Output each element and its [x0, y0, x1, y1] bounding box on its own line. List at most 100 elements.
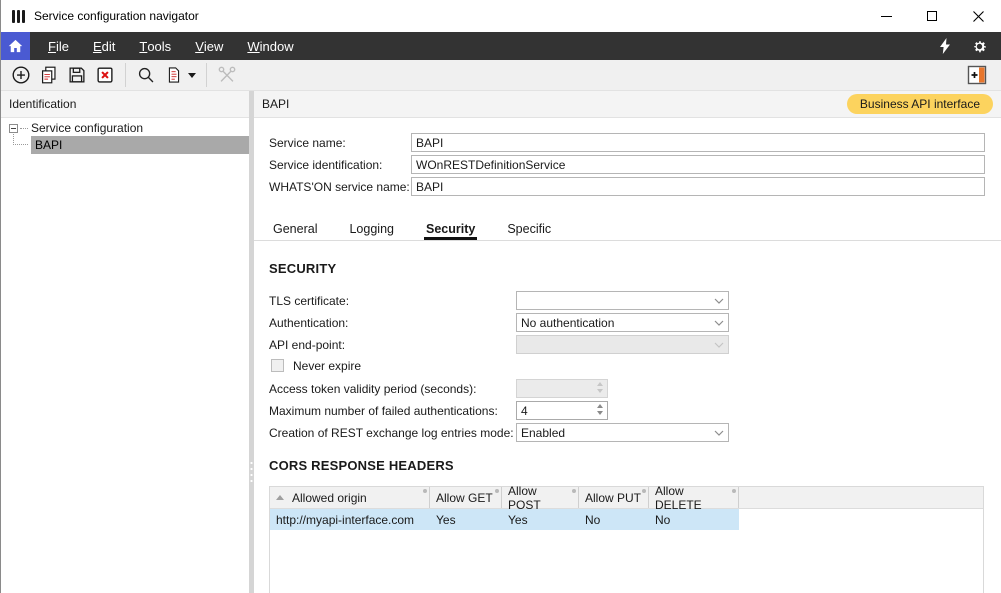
rest-log-mode-combobox[interactable]: Enabled	[516, 423, 729, 442]
never-expire-checkbox[interactable]	[271, 359, 284, 372]
spin-up-button[interactable]	[597, 404, 603, 408]
save-button[interactable]	[63, 62, 91, 89]
service-name-input[interactable]	[411, 133, 985, 152]
page-title: BAPI	[262, 97, 289, 111]
minimize-button[interactable]	[863, 0, 909, 32]
tab-general[interactable]: General	[271, 218, 319, 240]
chevron-down-icon	[714, 342, 724, 348]
field-row: TLS certificate:	[269, 291, 729, 310]
report-button[interactable]	[160, 62, 188, 89]
field-label: Access token validity period (seconds):	[269, 382, 516, 396]
panel-add-button[interactable]	[963, 62, 991, 89]
table-row[interactable]: http://myapi-interface.com Yes Yes No No	[270, 509, 983, 530]
field-label: Service identification:	[269, 158, 411, 172]
field-row: WHATS'ON service name:	[269, 177, 985, 196]
column-header-label: Allowed origin	[292, 491, 367, 505]
save-icon	[66, 64, 88, 86]
max-failed-auth-spinbox[interactable]: 4	[516, 401, 608, 420]
tree-connector	[13, 134, 28, 145]
add-icon	[10, 64, 32, 86]
tab-logging[interactable]: Logging	[347, 218, 396, 240]
delete-button[interactable]	[91, 62, 119, 89]
document-icon	[164, 64, 184, 86]
field-row: Service name:	[269, 133, 985, 152]
sidebar: Identification Service configuration BAP…	[1, 91, 249, 593]
chevron-down-icon	[714, 298, 724, 304]
field-row: Maximum number of failed authentications…	[269, 401, 608, 420]
tab-security[interactable]: Security	[424, 218, 477, 240]
content-area: Identification Service configuration BAP…	[1, 91, 1001, 593]
collapse-toggle-icon[interactable]	[9, 124, 18, 133]
field-row: Access token validity period (seconds):	[269, 379, 608, 398]
authentication-combobox[interactable]: No authentication	[516, 313, 729, 332]
spinner-buttons	[597, 404, 603, 415]
copy-button[interactable]	[35, 62, 63, 89]
main-panel: BAPI Business API interface Service name…	[254, 91, 1001, 593]
chevron-down-icon	[714, 320, 724, 326]
app-window: Service configuration navigator File Edi…	[0, 0, 1001, 593]
checkbox-label: Never expire	[293, 359, 361, 373]
toolbar-right	[963, 62, 995, 89]
whatson-service-name-input[interactable]	[411, 177, 985, 196]
menu-item-edit[interactable]: Edit	[81, 32, 127, 60]
tree-item-service-configuration[interactable]: Service configuration	[1, 120, 249, 136]
field-label: Maximum number of failed authentications…	[269, 404, 516, 418]
service-identification-input[interactable]	[411, 155, 985, 174]
column-header-allowed-origin[interactable]: Allowed origin	[270, 487, 430, 508]
window-controls	[863, 0, 1001, 32]
tls-certificate-combobox[interactable]	[516, 291, 729, 310]
toolbar-separator	[125, 63, 126, 87]
column-header-allow-post[interactable]: Allow POST	[502, 487, 579, 508]
sidebar-header: Identification	[1, 91, 249, 118]
column-header-allow-put[interactable]: Allow PUT	[579, 487, 649, 508]
token-validity-spinbox	[516, 379, 608, 398]
maximize-button[interactable]	[909, 0, 955, 32]
column-header-label: Allow PUT	[585, 491, 641, 505]
title-bar: Service configuration navigator	[1, 0, 1001, 32]
sidebar-header-label: Identification	[9, 97, 76, 111]
tab-specific[interactable]: Specific	[505, 218, 553, 240]
field-row: Service identification:	[269, 155, 985, 174]
spin-down-button[interactable]	[597, 411, 603, 415]
spin-down-icon	[597, 389, 603, 393]
main-panel-header: BAPI Business API interface	[254, 91, 1001, 118]
window-title: Service configuration navigator	[34, 9, 199, 23]
field-label: Creation of REST exchange log entries mo…	[269, 426, 516, 440]
menu-bar: File Edit Tools View Window	[1, 32, 1001, 60]
sort-ascending-icon	[276, 495, 284, 500]
spinbox-value: 4	[521, 404, 528, 418]
tree-item-label: BAPI	[35, 138, 62, 152]
menu-items: File Edit Tools View Window	[36, 32, 306, 60]
search-button[interactable]	[132, 62, 160, 89]
settings-button[interactable]	[967, 34, 991, 58]
menu-item-view[interactable]: View	[183, 32, 235, 60]
flash-button[interactable]	[933, 34, 957, 58]
minimize-icon	[881, 16, 892, 17]
combobox-value: No authentication	[521, 316, 614, 330]
scissors-icon	[216, 64, 238, 86]
field-label: Authentication:	[269, 316, 516, 330]
tab-bar: General Logging Security Specific	[254, 218, 1001, 241]
field-row: Authentication: No authentication	[269, 313, 729, 332]
home-button[interactable]	[1, 32, 30, 60]
close-button[interactable]	[955, 0, 1001, 32]
chevron-down-icon	[714, 430, 724, 436]
column-header-allow-delete[interactable]: Allow DELETE	[649, 487, 739, 508]
field-label: API end-point:	[269, 338, 516, 352]
add-button[interactable]	[7, 62, 35, 89]
spin-up-icon	[597, 382, 603, 386]
column-header-allow-get[interactable]: Allow GET	[430, 487, 502, 508]
menu-item-tools[interactable]: Tools	[127, 32, 183, 60]
menu-item-file[interactable]: File	[36, 32, 81, 60]
panel-add-icon	[967, 65, 987, 85]
menu-item-window[interactable]: Window	[235, 32, 305, 60]
table-cell-allow-put: No	[579, 509, 649, 530]
report-dropdown-caret-icon[interactable]	[188, 73, 196, 78]
field-row: API end-point:	[269, 335, 729, 354]
api-endpoint-combobox	[516, 335, 729, 354]
type-badge: Business API interface	[847, 94, 993, 114]
table-cell-allow-post: Yes	[502, 509, 579, 530]
table-cell-allow-get: Yes	[430, 509, 502, 530]
column-header-filler	[739, 487, 983, 508]
tree-item-bapi[interactable]: BAPI	[31, 136, 249, 154]
